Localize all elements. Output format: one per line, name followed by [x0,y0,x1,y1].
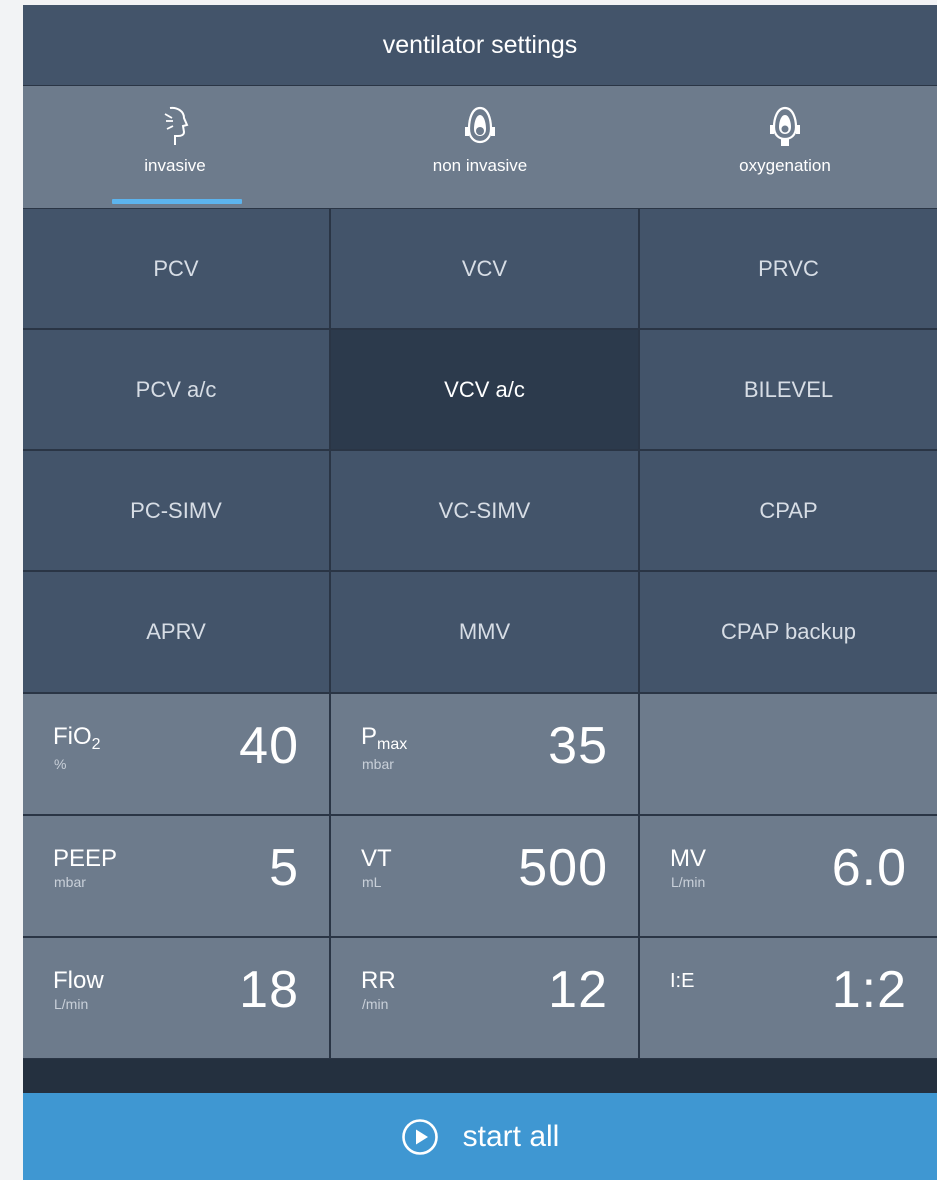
tab-non-invasive[interactable]: non invasive [328,86,632,208]
mode-vc-simv[interactable]: VC-SIMV [331,451,638,570]
mode-pc-simv[interactable]: PC-SIMV [23,451,329,570]
param-fio2[interactable]: FiO2 % 40 [23,694,329,814]
mode-label: VCV a/c [444,376,525,402]
start-all-label: start all [462,1119,560,1153]
param-value: 40 [239,717,299,775]
start-all-button[interactable]: start all [23,1093,937,1180]
mode-aprv[interactable]: APRV [23,572,329,692]
tab-non-invasive-label: non invasive [432,156,528,175]
param-name: MV [670,845,706,872]
mode-pcv[interactable]: PCV [23,209,329,328]
mode-prvc[interactable]: PRVC [640,209,937,328]
param-name: RR [361,967,396,994]
mode-label: CPAP [759,497,818,523]
param-unit: mbar [362,756,394,772]
ventilator-settings-panel: ventilator settings invasive non invasiv… [23,5,937,1180]
param-unit: mL [362,874,382,890]
tab-invasive-label: invasive [144,156,206,175]
param-ie[interactable]: I:E 1:2 [640,938,937,1058]
param-pmax[interactable]: Pmax mbar 35 [331,694,638,814]
mode-label: VCV [461,255,508,281]
param-unit: mbar [54,874,86,890]
mode-vcv[interactable]: VCV [331,209,638,328]
mask-icon [465,106,495,144]
param-name: I:E [670,970,695,992]
param-name: VT [361,845,392,872]
param-unit: L/min [671,874,706,890]
mode-cpap[interactable]: CPAP [640,451,937,570]
mode-label: PCV a/c [135,376,217,402]
mode-cpap-backup[interactable]: CPAP backup [640,572,937,692]
mode-mmv[interactable]: MMV [331,572,638,692]
page-title-text: ventilator settings [382,30,578,59]
tab-oxygenation[interactable]: oxygenation [633,86,937,208]
param-name: Pmax [361,723,408,754]
page-title: ventilator settings [23,5,937,85]
param-name: PEEP [53,845,118,872]
mode-label: PCV [153,255,199,281]
param-value: 6.0 [831,839,907,897]
active-tab-indicator [112,199,242,204]
param-empty-slot [640,694,937,814]
mode-label: MMV [458,619,511,644]
param-unit: L/min [54,996,89,1012]
param-rr[interactable]: RR /min 12 [331,938,638,1058]
mode-vcv-ac[interactable]: VCV a/c [331,330,638,449]
param-value: 1:2 [831,961,907,1019]
param-value: 5 [269,839,299,897]
play-circle-icon [401,1118,438,1155]
param-value: 18 [239,961,299,1019]
param-value: 500 [518,839,608,897]
mode-label: PRVC [758,255,819,281]
mode-label: BILEVEL [743,376,834,402]
param-flow[interactable]: Flow L/min 18 [23,938,329,1058]
mode-pcv-ac[interactable]: PCV a/c [23,330,329,449]
param-unit: % [54,756,67,772]
mode-label: CPAP backup [721,619,856,644]
param-vt[interactable]: VT mL 500 [331,816,638,936]
mode-label: VC-SIMV [438,497,531,523]
face-profile-icon [164,106,189,145]
footer-spacer [23,1059,937,1093]
param-name: Flow [53,967,104,994]
mode-label: APRV [146,619,206,644]
tab-invasive[interactable]: invasive [23,86,327,208]
param-value: 12 [548,961,608,1019]
mode-label: PC-SIMV [130,497,222,523]
param-peep[interactable]: PEEP mbar 5 [23,816,329,936]
tab-oxygenation-label: oxygenation [739,156,831,175]
param-unit: /min [362,996,389,1012]
ventilation-type-tabs: invasive non invasive oxygenation [23,86,937,208]
mode-bilevel[interactable]: BILEVEL [640,330,937,449]
param-value: 35 [548,717,608,775]
oxygen-mask-icon [770,106,800,146]
param-name: FiO2 [53,723,101,754]
param-mv[interactable]: MV L/min 6.0 [640,816,937,936]
